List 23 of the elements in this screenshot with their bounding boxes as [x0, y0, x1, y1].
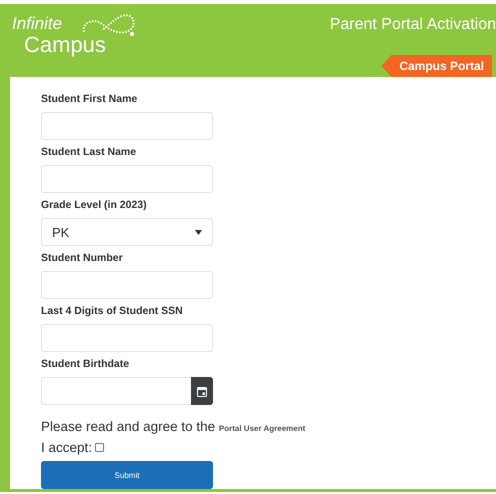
- field-label: Student Birthdate: [41, 358, 130, 370]
- logo-text: Campus: [24, 34, 106, 56]
- calendar-icon: [197, 386, 207, 396]
- input-field[interactable]: [41, 112, 213, 140]
- input-field[interactable]: [41, 271, 213, 299]
- field-label: Student Number: [41, 252, 124, 264]
- dropdown[interactable]: PK: [41, 218, 213, 246]
- field-label: Grade Level (in 2023): [41, 199, 148, 211]
- input-field[interactable]: [41, 324, 213, 352]
- field-label: Student Last Name: [41, 146, 138, 158]
- accept-label: I accept:: [41, 440, 92, 455]
- input-field[interactable]: [41, 165, 213, 193]
- date-field[interactable]: [41, 377, 191, 405]
- accept-checkbox[interactable]: [95, 443, 104, 452]
- calendar-button[interactable]: [191, 377, 213, 405]
- agreement-text: Please read and agree to the Portal User Agreement: [41, 419, 306, 434]
- submit-button[interactable]: Submit: [41, 461, 213, 489]
- logo-text: Infinite: [12, 14, 62, 34]
- caret-icon: [195, 230, 202, 234]
- page-title: Parent Portal Activation: [330, 15, 496, 35]
- field-label: Student First Name: [41, 93, 138, 105]
- field-label: Last 4 Digits of Student SSN: [41, 305, 184, 317]
- agreement-link[interactable]: Portal User Agreement: [218, 424, 306, 433]
